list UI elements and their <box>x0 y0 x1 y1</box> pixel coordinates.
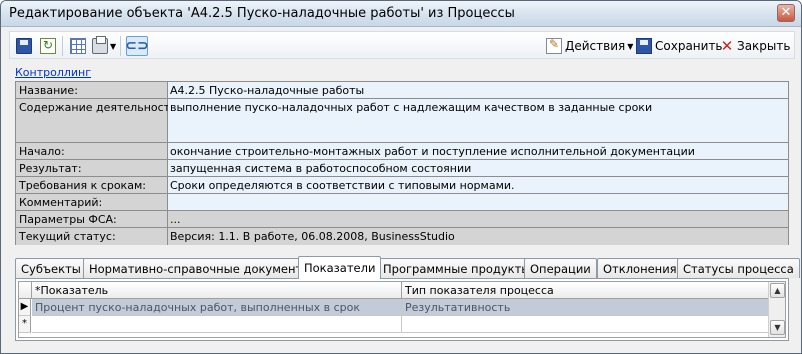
chevron-down-icon: ▼ <box>627 41 634 51</box>
controlling-link-row: Контроллинг <box>15 66 91 79</box>
new-row-marker[interactable]: * <box>19 316 31 333</box>
new-row-cell-indicator[interactable] <box>32 316 402 333</box>
actions-menu-button[interactable]: Действия ▼ <box>546 36 633 56</box>
table-cell-type[interactable]: Результативность <box>402 299 769 316</box>
property-row-name: Название: А4.2.5 Пуско-наладочные работы <box>16 82 788 99</box>
refresh-button[interactable] <box>40 36 56 56</box>
property-label: Требования к срокам: <box>16 177 168 193</box>
toolbar-separator <box>120 36 121 56</box>
column-header-indicator[interactable]: *Показатель <box>32 282 402 299</box>
property-row-result: Результат: запущенная система в работосп… <box>16 160 788 177</box>
refresh-icon <box>40 38 56 54</box>
property-label: Параметры ФСА: <box>16 211 168 227</box>
indicators-table: *Показатель Тип показателя процесса ▶ Пр… <box>18 281 786 338</box>
table-cell-indicator[interactable]: Процент пуско-наладочных работ, выполнен… <box>32 299 402 316</box>
property-value-name[interactable]: А4.2.5 Пуско-наладочные работы <box>168 82 788 98</box>
close-button[interactable]: ✕ Закрыть <box>720 36 791 56</box>
property-row-start: Начало: окончание строительно-монтажных … <box>16 143 788 160</box>
property-row-fsa: Параметры ФСА: ... <box>16 211 788 228</box>
property-label: Комментарий: <box>16 194 168 210</box>
property-value-status: Версия: 1.1. В работе, 06.08.2008, Busin… <box>168 228 788 245</box>
indicators-panel: *Показатель Тип показателя процесса ▶ Пр… <box>15 278 789 341</box>
edit-document-icon <box>546 37 562 54</box>
link-toggle-button[interactable]: ⊂⊃ <box>125 36 149 56</box>
save-and-close-button[interactable]: Сохранить <box>636 36 723 56</box>
column-header-type[interactable]: Тип показателя процесса <box>402 282 769 299</box>
close-icon: ✕ <box>720 37 734 55</box>
property-label: Начало: <box>16 143 168 159</box>
save-button[interactable] <box>16 36 32 56</box>
property-value-fsa[interactable]: ... <box>168 211 788 227</box>
table-view-button[interactable] <box>70 36 86 56</box>
scroll-down-icon[interactable]: ▼ <box>770 320 785 335</box>
tab-reference-documents[interactable]: Нормативно-справочные документы <box>83 258 318 278</box>
floppy-disk-icon <box>16 38 32 54</box>
scroll-up-icon[interactable]: ▲ <box>770 283 785 298</box>
tab-strip: Субъекты Нормативно-справочные документы… <box>15 256 800 279</box>
tab-indicators[interactable]: Показатели <box>298 256 382 279</box>
print-button[interactable]: ▼ <box>92 36 116 56</box>
controlling-link[interactable]: Контроллинг <box>15 66 91 79</box>
property-label: Содержание деятельности: <box>16 99 181 142</box>
property-row-deadlines: Требования к срокам: Сроки определяются … <box>16 177 788 194</box>
row-header-corner <box>19 282 32 299</box>
property-value-deadlines[interactable]: Сроки определяются в соответствии с типо… <box>168 177 788 193</box>
property-label: Результат: <box>16 160 168 176</box>
property-value-result[interactable]: запущенная система в работоспособном сос… <box>168 160 788 176</box>
current-row-marker[interactable]: ▶ <box>19 299 31 316</box>
tab-subjects[interactable]: Субъекты <box>15 258 87 278</box>
tab-process-statuses[interactable]: Статусы процесса <box>677 258 800 278</box>
window-close-button[interactable]: ✕ <box>777 4 795 22</box>
new-row-cell-type[interactable] <box>402 316 769 333</box>
property-label: Текущий статус: <box>16 228 168 245</box>
tab-software-products[interactable]: Программные продукты <box>377 258 537 278</box>
table-icon <box>70 38 86 54</box>
actions-label: Действия <box>565 39 626 53</box>
link-icon: ⊂⊃ <box>125 36 149 56</box>
save-label: Сохранить <box>655 39 723 53</box>
editor-window: Редактирование объекта 'А4.2.5 Пуско-нал… <box>0 0 802 354</box>
printer-icon <box>92 36 108 54</box>
chevron-down-icon: ▼ <box>110 41 117 51</box>
close-label: Закрыть <box>737 39 791 53</box>
window-title: Редактирование объекта 'А4.2.5 Пуско-нал… <box>9 6 515 21</box>
tab-operations[interactable]: Операции <box>524 258 597 278</box>
property-value-comment[interactable] <box>168 194 788 210</box>
properties-panel: Название: А4.2.5 Пуско-наладочные работы… <box>15 81 789 245</box>
vertical-scrollbar[interactable]: ▲ ▼ <box>768 282 785 337</box>
property-row-content: Содержание деятельности: выполнение пуск… <box>16 99 788 143</box>
toolbar: ▼ ⊂⊃ Действия ▼ Сохранить ✕ Закрыть <box>9 31 795 59</box>
toolbar-separator <box>62 36 63 56</box>
property-row-comment: Комментарий: <box>16 194 788 211</box>
tab-deviations[interactable]: Отклонения <box>597 258 683 278</box>
property-value-content[interactable]: выполнение пуско-наладочных работ с надл… <box>168 99 788 142</box>
title-bar[interactable]: Редактирование объекта 'А4.2.5 Пуско-нал… <box>1 1 801 27</box>
property-value-start[interactable]: окончание строительно-монтажных работ и … <box>168 143 788 159</box>
floppy-disk-icon <box>636 38 652 54</box>
property-label: Название: <box>16 82 168 98</box>
property-row-status: Текущий статус: Версия: 1.1. В работе, 0… <box>16 228 788 245</box>
